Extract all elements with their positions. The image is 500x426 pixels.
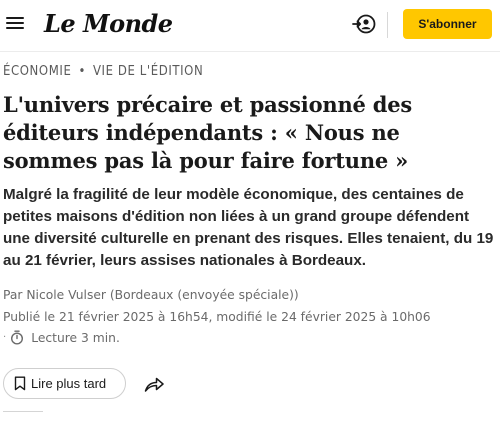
article-dates: Publié le 21 février 2025 à 16h54, modif… [3,310,431,324]
share-button[interactable] [143,374,165,394]
breadcrumb-vie-edition[interactable]: VIE DE L'ÉDITION [93,64,203,79]
section-divider [3,411,43,412]
breadcrumb-economie[interactable]: ÉCONOMIE [3,64,71,79]
account-button[interactable] [352,12,378,36]
top-bar: Le Monde S'abonner [0,0,500,52]
read-later-button[interactable]: Lire plus tard [3,368,126,399]
menu-icon-bar [6,17,24,19]
subscribe-button[interactable]: S'abonner [403,9,492,39]
reading-time: · Lecture 3 min. [3,330,120,345]
account-icon [352,14,376,34]
meta-bullet: · [3,332,7,343]
breadcrumb-separator: • [78,64,86,79]
article-lede: Malgré la fragilité de leur modèle écono… [3,186,494,269]
article-author: Par Nicole Vulser (Bordeaux (envoyée spé… [3,288,299,302]
menu-icon-bar [6,27,24,29]
site-logo[interactable]: Le Monde [44,9,173,38]
reading-time-label: Lecture 3 min. [31,330,120,345]
article-title: L'univers précaire et passionné des édit… [3,92,413,173]
breadcrumb: ÉCONOMIE • VIE DE L'ÉDITION [3,64,203,79]
read-later-label: Lire plus tard [31,376,107,391]
share-icon [144,377,164,392]
header-divider [387,12,388,38]
menu-button[interactable] [5,14,25,32]
bookmark-icon [14,376,26,391]
menu-icon-bar [6,22,24,24]
timer-icon [11,330,24,345]
